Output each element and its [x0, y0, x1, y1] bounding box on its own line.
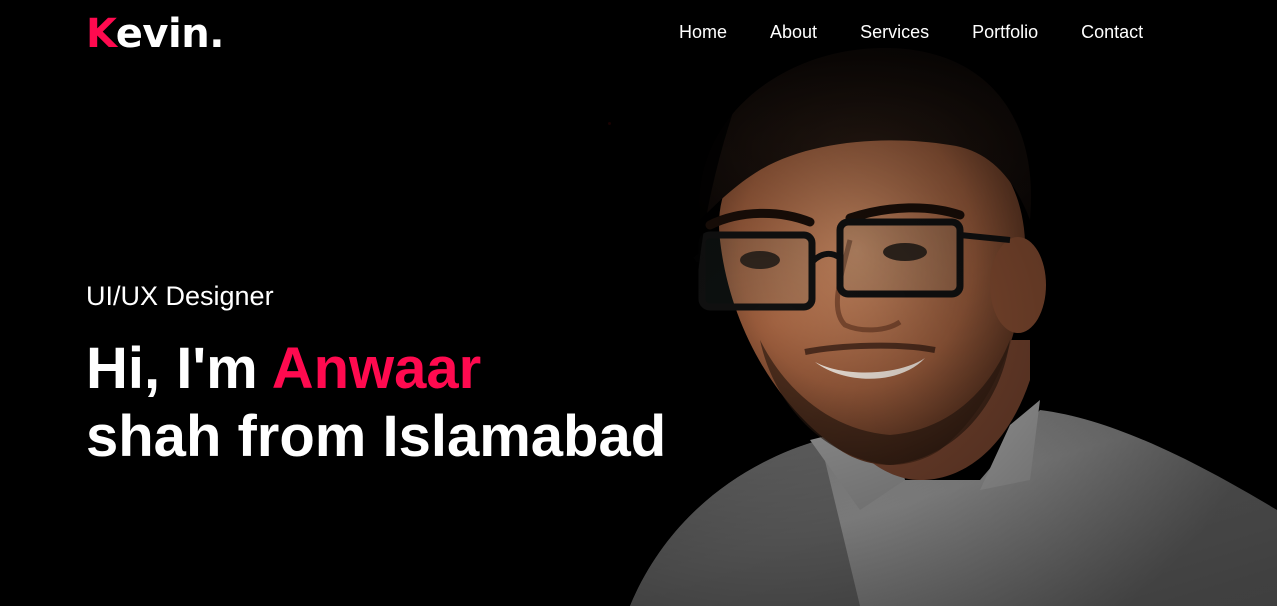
brand-logo-text: evin. [115, 11, 225, 57]
brand-logo[interactable]: Kevin. [86, 10, 224, 58]
hero-headline: Hi, I'm Anwaar shah from Islamabad [86, 335, 726, 471]
hero-portrait-photo [560, 40, 1277, 606]
hero-greeting: Hi, I'm [86, 336, 258, 401]
brand-logo-initial: K [86, 11, 116, 57]
hero-headline-line2: shah from Islamabad [86, 404, 667, 469]
hero-role: UI/UX Designer [86, 281, 274, 311]
hero-name: Anwaar [271, 336, 482, 401]
hero-section: Kevin. Home About Services Portfolio Con… [0, 0, 1277, 606]
